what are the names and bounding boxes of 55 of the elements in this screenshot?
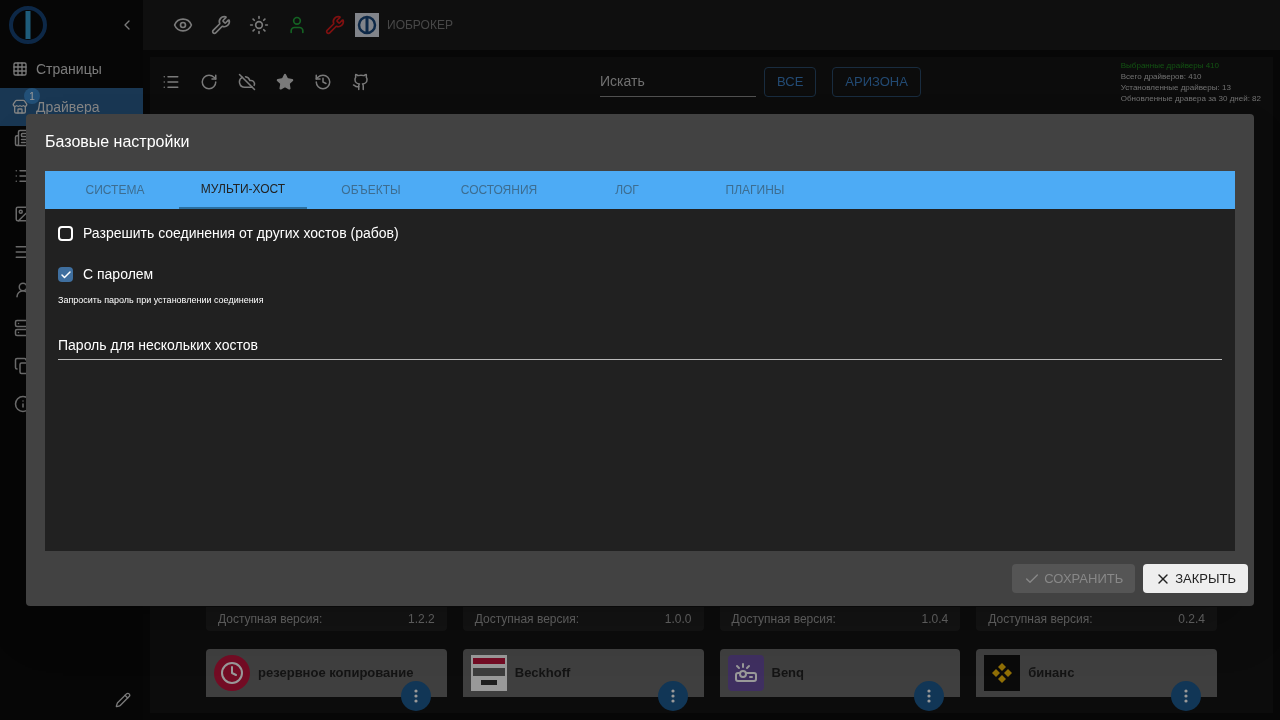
brand-name: ИОБРОКЕР	[387, 17, 453, 34]
version-label: Доступная версия:	[731, 611, 836, 628]
more-icon	[413, 689, 418, 703]
search-field[interactable]: Искать	[600, 67, 756, 97]
grid-icon	[12, 61, 28, 77]
version-label: Доступная версия:	[218, 611, 323, 628]
stat-text: Выбранные драйверы 410	[1120, 60, 1221, 71]
stat-text: Установленные драйверы: 13	[1120, 82, 1232, 93]
more-icon	[1184, 689, 1188, 703]
github-icon[interactable]	[352, 73, 370, 91]
more-icon	[670, 689, 675, 703]
tab[interactable]: ЛОГ	[563, 171, 691, 209]
logo-icon	[355, 13, 379, 37]
version-label: Доступная версия:	[474, 611, 580, 628]
more-button[interactable]	[400, 681, 431, 711]
list-icon[interactable]	[162, 73, 180, 91]
more-icon	[927, 689, 932, 703]
eye-icon[interactable]	[173, 15, 193, 35]
checkbox[interactable]	[58, 267, 73, 282]
count-badge: 1	[24, 88, 40, 104]
more-button[interactable]	[1171, 681, 1201, 711]
checkbox[interactable]	[58, 226, 73, 241]
star-icon[interactable]	[276, 73, 294, 91]
tab[interactable]: СОСТОЯНИЯ	[435, 171, 563, 209]
clock-icon	[214, 655, 250, 691]
store-icon	[12, 99, 28, 115]
hint-text: Запросить пароль при установлении соединения	[58, 294, 265, 307]
history-icon[interactable]	[314, 73, 332, 91]
stat-text: Обновленные дравера за 30 дней: 82	[1120, 93, 1261, 104]
close-button[interactable]: ЗАКРЫТЬ	[1143, 564, 1248, 593]
tab[interactable]: СИСТЕМА	[51, 171, 179, 209]
stat-text: Всего драйверов: 410	[1120, 71, 1203, 82]
head-icon[interactable]	[287, 15, 307, 35]
filter-button[interactable]: АРИЗОНА	[832, 67, 921, 97]
version-value: 0.2.4	[1178, 611, 1205, 628]
dialog-title: Базовые настройки	[44, 132, 191, 152]
version-value: 1.0.4	[921, 611, 949, 628]
logo-icon	[470, 655, 507, 691]
logo-icon	[8, 5, 48, 45]
tab[interactable]: ОБЪЕКТЫ	[307, 171, 435, 209]
more-button[interactable]	[657, 681, 688, 711]
cloud-off-icon[interactable]	[238, 73, 256, 91]
checkbox-label: С паролем	[83, 265, 154, 284]
filter-button[interactable]: ВСЕ	[764, 67, 817, 97]
sidebar-item[interactable]: Страницы	[0, 50, 143, 88]
tab[interactable]: ПЛАГИНЫ	[691, 171, 819, 209]
edit-icon[interactable]	[115, 692, 131, 708]
version-value: 1.2.2	[408, 611, 435, 628]
projector-icon	[727, 655, 764, 691]
password-field[interactable]: Пароль для нескольких хостов	[58, 334, 1222, 360]
more-button[interactable]	[914, 681, 945, 711]
version-label: Доступная версия:	[988, 611, 1093, 628]
checkbox-label: Разрешить соединения от других хостов (рабов)	[83, 224, 399, 243]
version-value: 1.0.0	[664, 611, 692, 628]
refresh-icon[interactable]	[200, 73, 218, 91]
